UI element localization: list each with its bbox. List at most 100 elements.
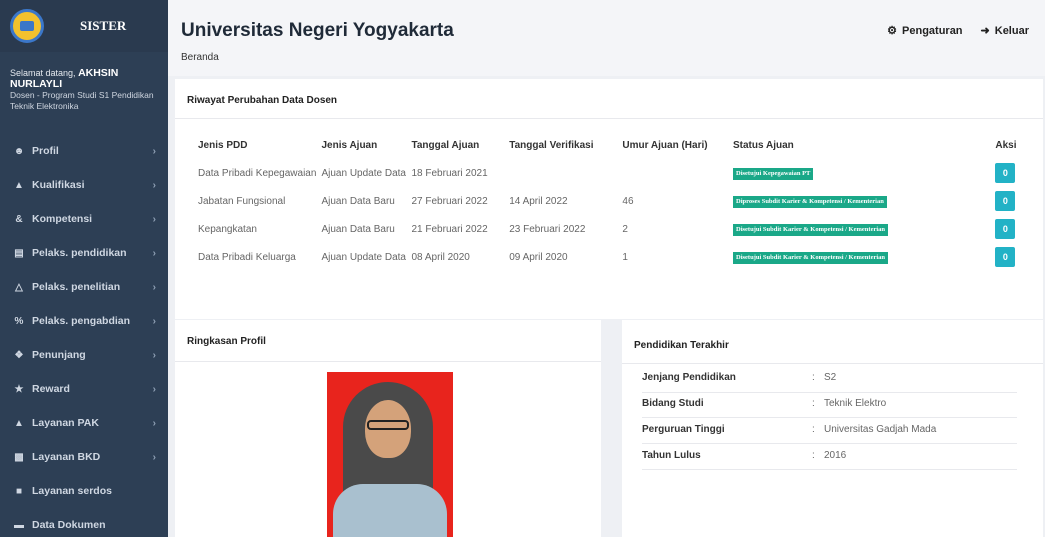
cell-status: Diproses Subdit Karier & Kompetensi / Ke…: [733, 187, 995, 215]
link-icon: &: [15, 213, 23, 225]
sidebar-item-label: Pelaks. pengabdian: [32, 315, 131, 327]
page-header: Universitas Negeri Yogyakarta Beranda ⚙ …: [168, 0, 1045, 76]
education-value: Universitas Gadjah Mada: [824, 424, 937, 435]
cell-tanggal-verifikasi: [509, 159, 622, 187]
column-header[interactable]: Tanggal Ajuan: [411, 131, 509, 159]
colon: :: [812, 398, 815, 409]
column-header[interactable]: Jenis PDD: [198, 131, 321, 159]
divider: [642, 417, 1017, 418]
education-row: Perguruan Tinggi : Universitas Gadjah Ma…: [642, 424, 1017, 435]
column-header[interactable]: Umur Ajuan (Hari): [622, 131, 733, 159]
cell-tanggal-verifikasi: 14 April 2022: [509, 195, 568, 207]
cell-tanggal-verifikasi: 23 Februari 2022: [509, 223, 586, 235]
education-key: Tahun Lulus: [642, 450, 701, 461]
sidebar-item-reward[interactable]: ★ Reward ›: [0, 372, 168, 406]
settings-link[interactable]: ⚙ Pengaturan: [887, 24, 962, 38]
welcome-block: Selamat datang, AKHSIN NURLAYLI Dosen - …: [0, 52, 168, 124]
table-header-row: Jenis PDD Jenis Ajuan Tanggal Ajuan Tang…: [198, 131, 1025, 159]
page-title: Universitas Negeri Yogyakarta: [181, 20, 454, 41]
card-title: Riwayat Perubahan Data Dosen: [187, 95, 338, 106]
sidebar-item-kompetensi[interactable]: & Kompetensi ›: [0, 202, 168, 236]
ringkasan-profil-card: Ringkasan Profil: [175, 320, 601, 537]
divider: [175, 118, 1043, 119]
education-key: Bidang Studi: [642, 398, 704, 409]
colon: :: [812, 372, 815, 383]
chevron-right-icon: ›: [152, 213, 156, 225]
gear-icon: ⚙: [887, 25, 898, 37]
photo-glasses: [367, 420, 409, 430]
brand-bar[interactable]: SISTER: [0, 0, 168, 52]
logout-link[interactable]: ➜ Keluar: [980, 24, 1029, 38]
table-row: Data Pribadi Kepegawaian Ajuan Update Da…: [198, 159, 1025, 187]
chevron-right-icon: ›: [152, 179, 156, 191]
sign-out-icon: ➜: [980, 25, 990, 37]
riwayat-card: Riwayat Perubahan Data Dosen Jenis PDD J…: [175, 79, 1043, 319]
sidebar-item-label: Penunjang: [32, 349, 86, 361]
education-value: 2016: [824, 450, 847, 461]
divider: [642, 443, 1017, 444]
sidebar-item-data-dokumen[interactable]: ▬ Data Dokumen: [0, 508, 168, 537]
graduation-cap-icon: ▲: [14, 179, 24, 191]
sidebar-item-label: Kompetensi: [32, 213, 93, 225]
cell-status: Disetujui Subdit Karier & Kompetensi / K…: [733, 215, 995, 243]
education-value: S2: [824, 372, 837, 383]
sidebar-item-layanan-bkd[interactable]: ▩ Layanan BKD ›: [0, 440, 168, 474]
book-icon: ■: [15, 485, 23, 497]
sidebar-item-layanan-serdos[interactable]: ■ Layanan serdos: [0, 474, 168, 508]
sidebar-item-label: Data Dokumen: [32, 519, 106, 531]
cell-jenis-ajuan: Ajuan Update Data: [321, 167, 406, 179]
sidebar-item-label: Profil: [32, 145, 59, 157]
education-value: Teknik Elektro: [824, 398, 887, 409]
divider: [642, 392, 1017, 393]
sidebar-item-label: Layanan serdos: [32, 485, 112, 497]
sidebar-item-pelaks-penelitian[interactable]: △ Pelaks. penelitian ›: [0, 270, 168, 304]
detail-button[interactable]: 0: [995, 219, 1016, 239]
folder-icon: ▬: [14, 519, 24, 531]
chevron-right-icon: ›: [152, 383, 156, 395]
chevron-right-icon: ›: [152, 247, 156, 259]
university-logo-icon: [10, 9, 44, 43]
sidebar-item-label: Layanan PAK: [32, 417, 99, 429]
education-key: Perguruan Tinggi: [642, 424, 725, 435]
user-role: Dosen - Program Studi S1 Pendidikan Tekn…: [10, 90, 154, 111]
chevron-right-icon: ›: [152, 451, 156, 463]
sidebar-item-label: Pelaks. penelitian: [32, 281, 121, 293]
education-row: Tahun Lulus : 2016: [642, 450, 1017, 461]
detail-button[interactable]: 0: [995, 191, 1016, 211]
brand-name: SISTER: [80, 18, 127, 33]
sidebar-item-label: Reward: [32, 383, 70, 395]
column-header[interactable]: Tanggal Verifikasi: [509, 131, 622, 159]
column-header[interactable]: Aksi: [995, 131, 1025, 159]
sidebar-item-pelaks-pengabdian[interactable]: % Pelaks. pengabdian ›: [0, 304, 168, 338]
status-badge: Disetujui Subdit Karier & Kompetensi / K…: [733, 251, 889, 264]
sidebar-item-penunjang[interactable]: ❖ Penunjang ›: [0, 338, 168, 372]
cell-aksi: 0: [995, 159, 1025, 187]
logout-label: Keluar: [994, 24, 1029, 37]
cell-umur-ajuan: [622, 159, 733, 187]
breadcrumb[interactable]: Beranda: [181, 52, 219, 63]
column-header[interactable]: Jenis Ajuan: [321, 131, 411, 159]
detail-button[interactable]: 0: [995, 163, 1016, 183]
status-badge: Diproses Subdit Karier & Kompetensi / Ke…: [733, 195, 887, 208]
column-header[interactable]: Status Ajuan: [733, 131, 995, 159]
cell-tanggal-ajuan: 08 April 2020: [411, 251, 470, 263]
cell-jenis-pdd: Data Pribadi Kepegawaian: [198, 167, 317, 179]
cell-umur-ajuan: 2: [622, 223, 628, 235]
sidebar-item-label: Pelaks. pendidikan: [32, 247, 127, 259]
flask-icon: △: [15, 281, 23, 293]
cell-status: Disetujui Kepegawaian PT: [733, 159, 995, 187]
cell-aksi: 0: [995, 215, 1025, 243]
sidebar-item-kualifikasi[interactable]: ▲ Kualifikasi ›: [0, 168, 168, 202]
graduation-cap-icon: ▲: [14, 417, 24, 429]
user-icon: ☻: [13, 145, 25, 157]
sidebar-item-profil[interactable]: ☻ Profil ›: [0, 134, 168, 168]
table-row: Kepangkatan Ajuan Data Baru 21 Februari …: [198, 215, 1025, 243]
sidebar: SISTER Selamat datang, AKHSIN NURLAYLI D…: [0, 0, 168, 537]
cell-jenis-ajuan: Ajuan Data Baru: [321, 195, 395, 207]
gift-icon: ❖: [14, 349, 24, 361]
sidebar-item-pelaks-pendidikan[interactable]: ▤ Pelaks. pendidikan ›: [0, 236, 168, 270]
cell-aksi: 0: [995, 187, 1025, 215]
detail-button[interactable]: 0: [995, 247, 1016, 267]
sidebar-item-layanan-pak[interactable]: ▲ Layanan PAK ›: [0, 406, 168, 440]
cell-tanggal-ajuan: 27 Februari 2022: [411, 195, 488, 207]
